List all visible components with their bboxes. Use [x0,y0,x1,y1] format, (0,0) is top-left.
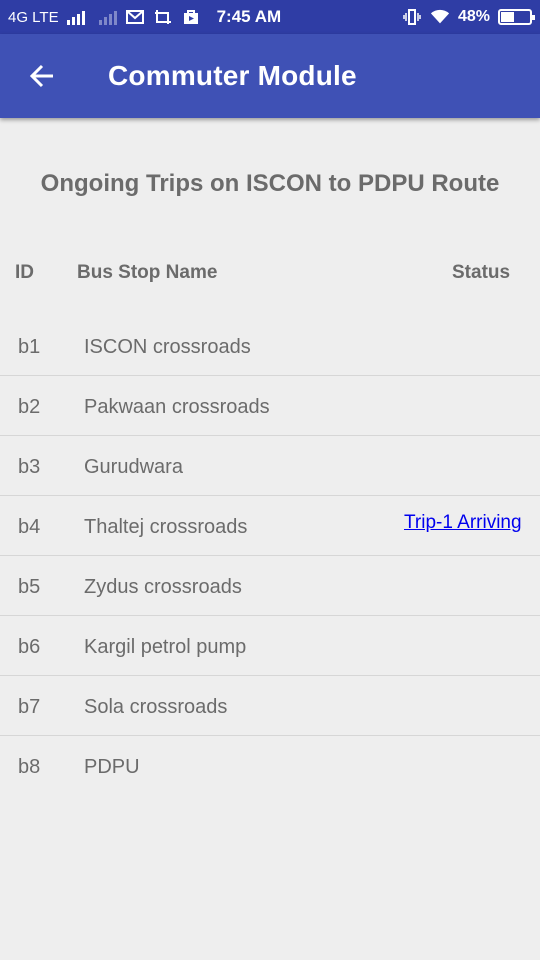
back-button[interactable] [0,34,84,118]
stop-name: Kargil petrol pump [84,636,247,658]
stop-id: b2 [18,396,41,418]
arrow-back-icon [29,64,53,88]
column-header-status: Status [452,262,511,283]
column-header-name: Bus Stop Name [77,262,218,283]
column-header-id: ID [15,262,34,283]
table-row: b5 Zydus crossroads [0,556,540,616]
stop-id: b4 [18,516,41,538]
battery-percent: 48% [457,8,490,25]
signal-dim-icon [98,9,117,25]
stop-name: Pakwaan crossroads [84,396,270,418]
status-bar: 4G LTE 7:45 AM 48% [0,0,540,34]
stop-name: ISCON crossroads [84,336,251,358]
stop-name: Gurudwara [84,456,183,478]
stop-id: b1 [18,336,41,358]
play-store-icon [181,9,201,25]
page-heading: Ongoing Trips on ISCON to PDPU Route [40,170,500,197]
stop-name: Thaltej crossroads [84,516,248,538]
battery-fill [501,12,514,22]
stop-id: b8 [18,756,41,778]
stop-id: b3 [18,456,41,478]
network-type: 4G LTE [8,8,59,26]
stop-name: PDPU [84,756,140,778]
stop-name: Zydus crossroads [84,576,242,598]
table-row: b8 PDPU [0,736,540,796]
table-header: ID Bus Stop Name Status [0,262,540,292]
trip-status-link[interactable]: Trip-1 Arriving [404,512,522,534]
status-bar-left: 4G LTE 7:45 AM [8,7,281,27]
stop-name: Sola crossroads [84,696,228,718]
clock: 7:45 AM [216,7,282,26]
stop-id: b7 [18,696,41,718]
signal-icon [66,9,85,25]
wifi-icon [430,9,450,25]
app-title: Commuter Module [108,60,357,91]
screenshot-icon [153,9,173,25]
stop-id: b6 [18,636,41,658]
mail-icon [125,9,145,25]
battery-icon [498,9,535,25]
table-row: b3 Gurudwara [0,436,540,496]
table-row: b6 Kargil petrol pump [0,616,540,676]
table-row: b2 Pakwaan crossroads [0,376,540,436]
vibrate-icon [402,9,422,25]
app-bar: Commuter Module [0,34,540,118]
status-bar-right: 48% [402,8,535,26]
table-row: b7 Sola crossroads [0,676,540,736]
bus-stop-table: b1 ISCON crossroads b2 Pakwaan crossroad… [0,316,540,796]
table-row: b4 Thaltej crossroads Trip-1 Arriving [0,496,540,556]
stop-id: b5 [18,576,41,598]
table-row: b1 ISCON crossroads [0,316,540,376]
